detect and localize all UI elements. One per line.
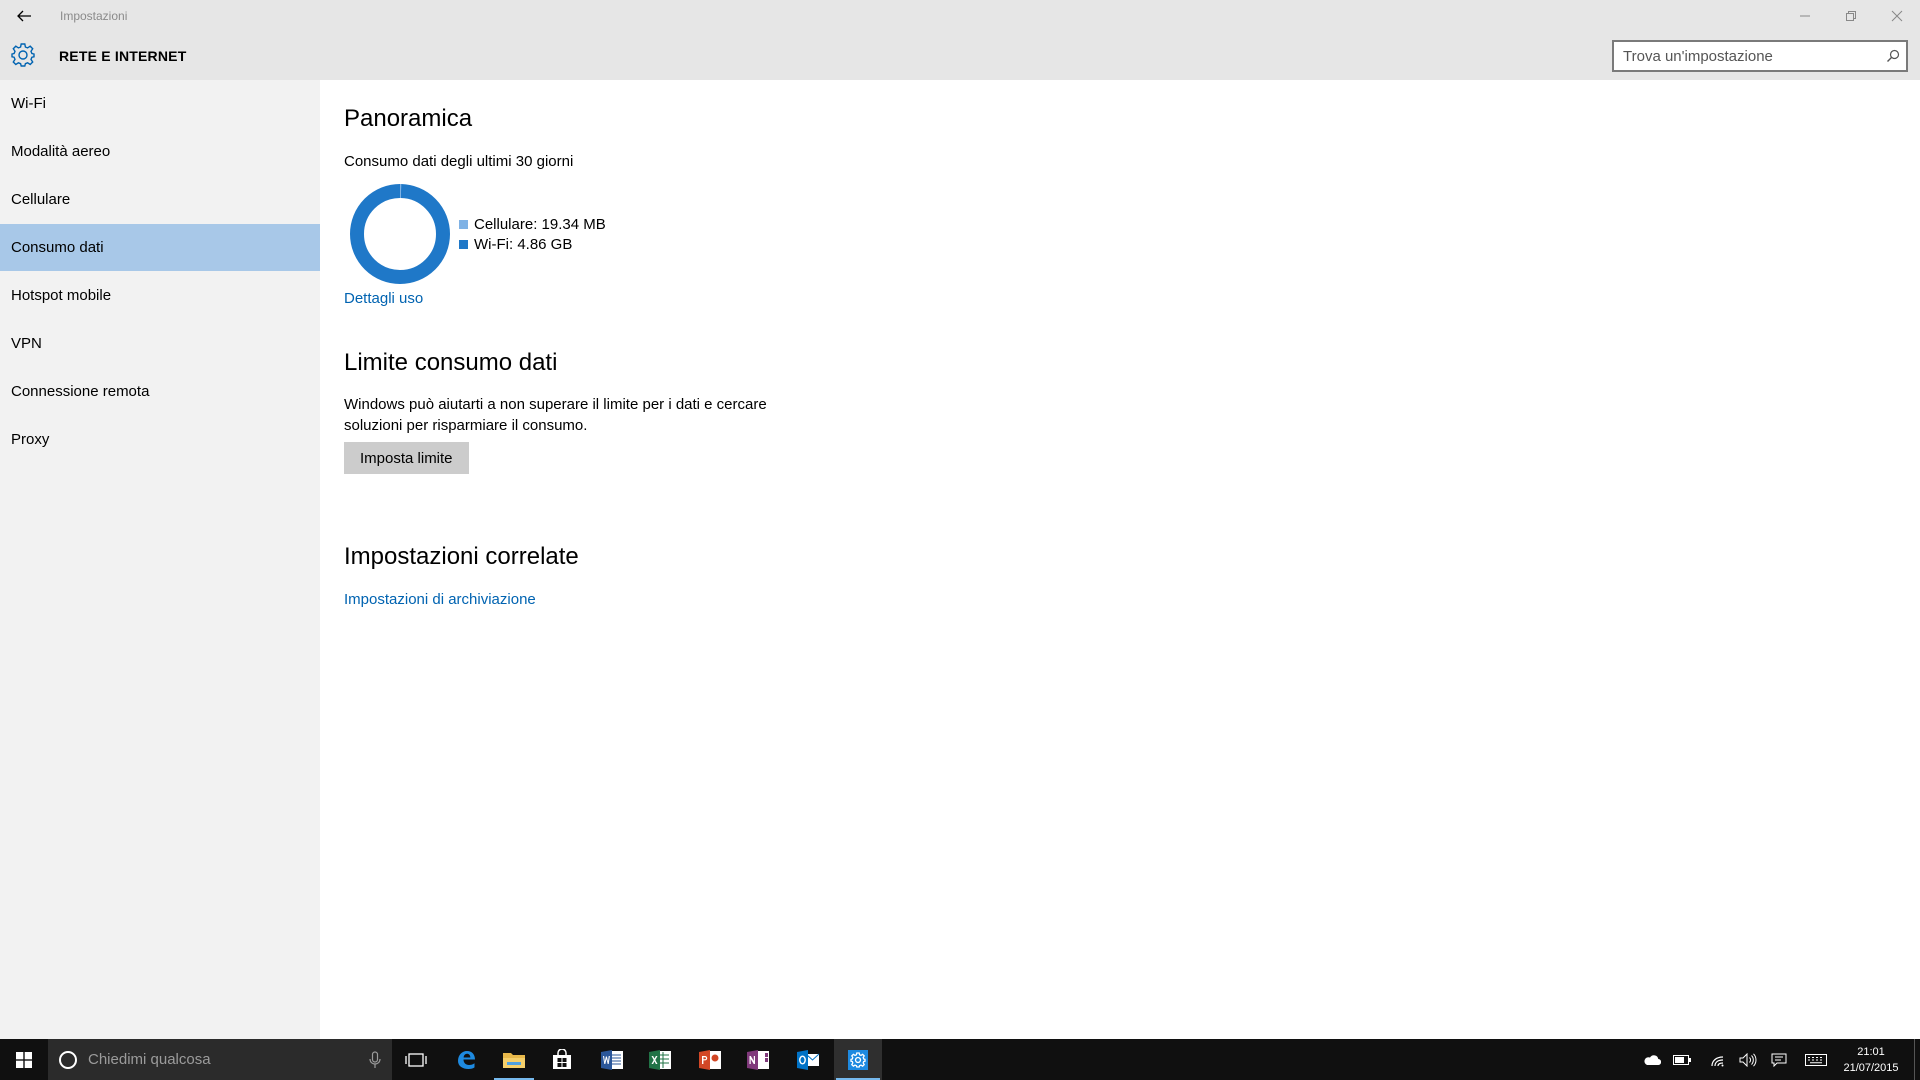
tray-battery[interactable] (1670, 1039, 1694, 1080)
legend-swatch-cellular (459, 220, 468, 229)
back-button[interactable] (0, 0, 47, 31)
donut-segment-wifi (350, 184, 450, 284)
start-button[interactable] (0, 1039, 48, 1080)
window-title: Impostazioni (60, 9, 128, 23)
taskbar-powerpoint[interactable] (686, 1039, 734, 1080)
close-icon (1891, 10, 1903, 21)
storage-settings-link[interactable]: Impostazioni di archiviazione (344, 591, 536, 608)
sidebar-nav: Wi-Fi Modalità aereo Cellulare Consumo d… (0, 80, 320, 1039)
taskbar-excel[interactable] (636, 1039, 684, 1080)
overview-heading: Panoramica (344, 105, 473, 132)
settings-window: Impostazioni RETE E INTERNET Trova un'im… (0, 0, 1920, 1039)
powerpoint-icon (699, 1049, 721, 1070)
legend-item-wifi: Wi-Fi: 4.86 GB (459, 236, 572, 253)
store-icon (553, 1048, 571, 1069)
settings-header: RETE E INTERNET (0, 31, 1920, 80)
taskbar-file-explorer[interactable] (490, 1039, 538, 1080)
usage-details-link[interactable]: Dettagli uso (344, 290, 423, 307)
search-input[interactable] (1614, 42, 1864, 70)
window-controls (1782, 0, 1920, 31)
set-limit-button[interactable]: Imposta limite (344, 442, 469, 474)
tray-onedrive[interactable] (1640, 1039, 1664, 1080)
volume-icon (1739, 1052, 1757, 1067)
keyboard-icon (1805, 1053, 1827, 1066)
data-limit-description-line2: soluzioni per risparmiare il consumo. (344, 417, 588, 434)
taskbar-clock[interactable]: 21:01 21/07/2015 (1835, 1044, 1907, 1076)
title-bar: Impostazioni (0, 0, 1920, 31)
minimize-icon (1800, 15, 1810, 16)
sidebar-item-vpn[interactable]: VPN (0, 320, 320, 367)
close-button[interactable] (1874, 0, 1920, 31)
onenote-icon (747, 1049, 769, 1070)
sidebar-item-data-usage[interactable]: Consumo dati (0, 224, 320, 271)
taskbar-word[interactable] (588, 1039, 636, 1080)
sidebar-item-wifi[interactable]: Wi-Fi (0, 80, 320, 127)
legend-swatch-wifi (459, 240, 468, 249)
legend-label-cellular: Cellulare: 19.34 MB (474, 216, 606, 233)
microphone-icon[interactable] (368, 1051, 382, 1069)
windows-logo-icon (16, 1051, 32, 1068)
data-limit-description-line1: Windows può aiutarti a non superare il l… (344, 396, 767, 413)
cortana-search-placeholder: Chiedimi qualcosa (88, 1051, 211, 1068)
taskbar-edge[interactable] (442, 1039, 490, 1080)
search-icon[interactable] (1886, 49, 1900, 63)
wifi-icon (1711, 1055, 1724, 1066)
legend-label-wifi: Wi-Fi: 4.86 GB (474, 236, 573, 253)
onedrive-cloud-icon (1644, 1054, 1661, 1065)
sidebar-item-mobile-hotspot[interactable]: Hotspot mobile (0, 272, 320, 319)
show-desktop-button[interactable] (1914, 1039, 1920, 1080)
battery-icon (1673, 1054, 1691, 1065)
outlook-icon (797, 1049, 820, 1070)
sidebar-item-dial-up[interactable]: Connessione remota (0, 368, 320, 415)
settings-gear-icon (848, 1049, 868, 1070)
data-limit-heading: Limite consumo dati (344, 349, 558, 376)
sidebar-item-cellular[interactable]: Cellulare (0, 176, 320, 223)
taskbar-settings[interactable] (834, 1039, 882, 1080)
page-title: RETE E INTERNET (59, 48, 187, 64)
back-arrow-icon (16, 10, 31, 21)
task-view-icon (405, 1052, 427, 1067)
legend-item-cellular: Cellulare: 19.34 MB (459, 216, 606, 233)
tray-action-center[interactable] (1767, 1039, 1791, 1080)
taskbar-store[interactable] (538, 1039, 586, 1080)
action-center-icon (1771, 1053, 1787, 1067)
tray-network[interactable] (1706, 1039, 1730, 1080)
minimize-button[interactable] (1782, 0, 1828, 31)
taskbar-task-view[interactable] (392, 1039, 440, 1080)
edge-icon (458, 1050, 475, 1069)
related-settings-heading: Impostazioni correlate (344, 543, 579, 570)
overview-subtitle: Consumo dati degli ultimi 30 giorni (344, 153, 574, 170)
clock-date: 21/07/2015 (1843, 1062, 1899, 1074)
taskbar-onenote[interactable] (734, 1039, 782, 1080)
clock-time: 21:01 (1857, 1046, 1885, 1058)
taskbar-outlook[interactable] (784, 1039, 832, 1080)
tray-volume[interactable] (1736, 1039, 1760, 1080)
folder-icon (503, 1052, 525, 1068)
restore-icon (1846, 10, 1856, 21)
taskbar: Chiedimi qualcosa 21:01 21/07/2015 (0, 1039, 1920, 1080)
gear-icon (11, 43, 35, 67)
excel-icon (649, 1049, 671, 1070)
sidebar-item-proxy[interactable]: Proxy (0, 416, 320, 463)
sidebar-item-airplane-mode[interactable]: Modalità aereo (0, 128, 320, 175)
settings-search[interactable] (1612, 40, 1908, 72)
word-icon (601, 1049, 623, 1070)
data-usage-donut-chart (350, 184, 450, 284)
tray-touch-keyboard[interactable] (1801, 1039, 1831, 1080)
cortana-search-box[interactable]: Chiedimi qualcosa (48, 1039, 392, 1080)
cortana-icon (59, 1051, 77, 1069)
restore-button[interactable] (1828, 0, 1874, 31)
